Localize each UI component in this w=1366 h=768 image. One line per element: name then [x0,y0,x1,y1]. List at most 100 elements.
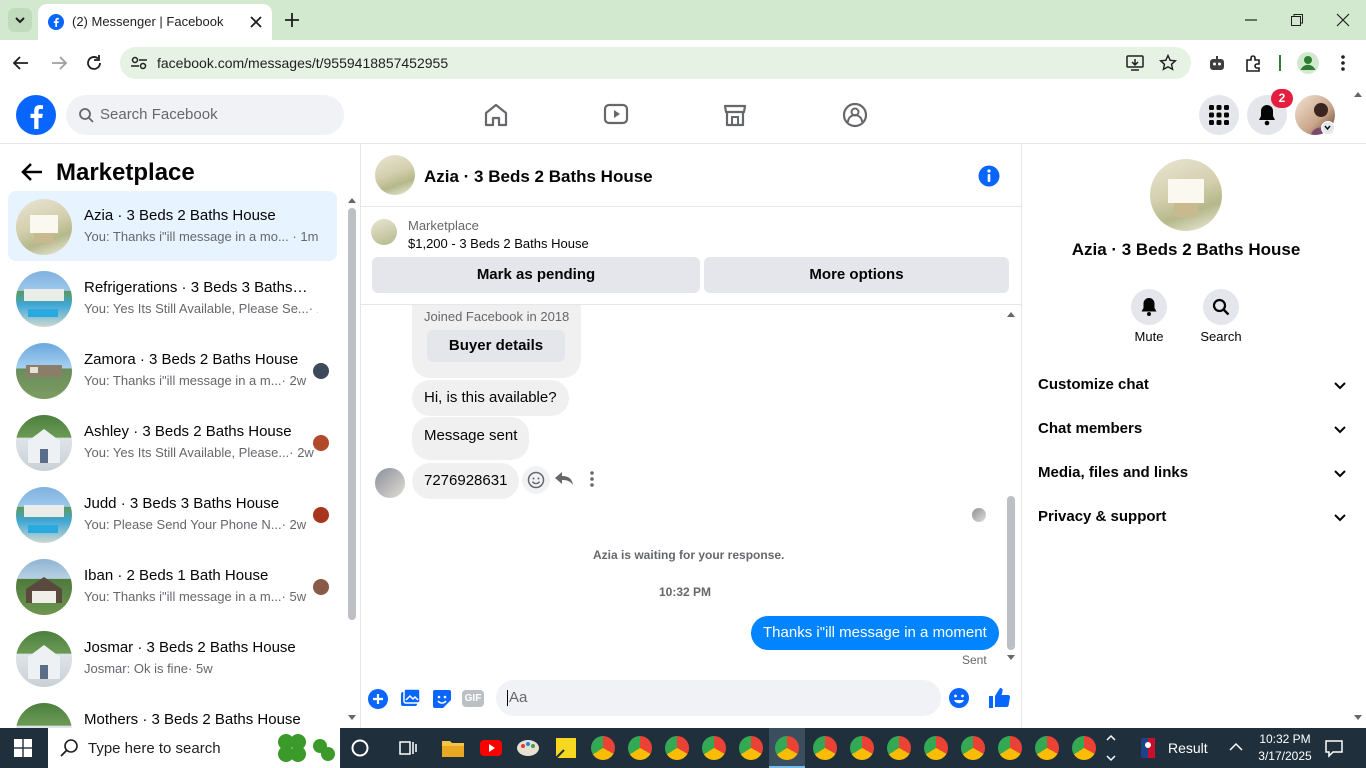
chat-members-section[interactable]: Chat members [1038,420,1350,444]
details-listing-avatar[interactable] [1150,159,1222,231]
paint-app-icon[interactable] [516,736,540,760]
conversation-item[interactable]: Refrigerations · 3 Beds 3 Baths ... You:… [8,263,337,333]
chrome-icon[interactable] [665,736,689,760]
back-icon[interactable] [12,54,30,72]
react-button[interactable] [522,466,550,494]
info-icon[interactable] [978,165,1000,187]
windows-start-icon[interactable] [14,739,32,757]
chrome-icon[interactable] [739,736,763,760]
search-in-chat-button[interactable] [1203,289,1239,325]
mark-as-pending-button[interactable]: Mark as pending [372,257,700,293]
more-options-button[interactable]: More options [704,257,1009,293]
mute-button[interactable] [1131,289,1167,325]
close-tab-icon[interactable] [248,14,264,30]
youtube-icon[interactable] [479,737,503,759]
back-arrow-icon[interactable] [20,161,44,183]
groups-icon[interactable] [842,102,868,128]
chrome-icon[interactable] [924,736,948,760]
nba-icon[interactable] [1140,737,1156,759]
file-explorer-icon[interactable] [441,737,465,759]
conversation-item[interactable]: Josmar · 3 Beds 2 Baths House Josmar: Ok… [8,623,337,693]
task-view-icon[interactable] [398,738,418,758]
minimize-icon[interactable] [1244,13,1258,27]
taskbar-overflow-icon[interactable] [1105,730,1117,766]
marketplace-icon[interactable] [722,102,748,128]
site-settings-icon[interactable] [130,55,148,71]
cortana-icon[interactable] [350,738,370,758]
conversation-item[interactable]: Ashley · 3 Beds 2 Baths House You: Yes I… [8,407,337,477]
active-tab[interactable]: (2) Messenger | Facebook [38,4,272,40]
chrome-icon[interactable] [628,736,652,760]
account-chevron[interactable] [1321,121,1335,135]
chat-scrollbar[interactable] [1007,496,1015,650]
add-attachment-icon[interactable] [367,688,389,710]
chrome-icon[interactable] [887,736,911,760]
close-window-icon[interactable] [1336,13,1350,27]
sticker-icon[interactable] [431,688,453,710]
page-scroll-up-icon[interactable] [1353,90,1363,98]
video-icon[interactable] [603,102,629,128]
restore-icon[interactable] [1290,13,1304,27]
message-bubble[interactable]: Hi, is this available? [412,380,569,416]
emoji-icon[interactable] [948,687,970,709]
chrome-icon[interactable] [702,736,726,760]
chrome-icon[interactable] [813,736,837,760]
customize-chat-section[interactable]: Customize chat [1038,376,1350,400]
scroll-down-icon[interactable] [347,714,357,722]
gif-button[interactable]: GIF [462,690,484,707]
photo-icon[interactable] [399,688,421,710]
chat-listing-avatar[interactable] [375,155,415,195]
show-hidden-icons-icon[interactable] [1229,742,1243,752]
buyer-avatar[interactable] [375,468,405,498]
thumbs-up-icon[interactable] [987,686,1011,710]
profile-icon[interactable] [1297,52,1319,74]
more-actions-icon[interactable] [585,470,599,488]
address-bar[interactable]: facebook.com/messages/t/9559418857452955 [120,47,1191,79]
chrome-icon[interactable] [998,736,1022,760]
more-menu-icon[interactable] [1335,53,1351,73]
score-widget-label[interactable]: Result [1168,740,1208,756]
facebook-logo-icon[interactable] [15,94,57,136]
chat-title[interactable]: Azia · 3 Beds 2 Baths House [424,167,653,187]
install-app-icon[interactable] [1126,54,1144,72]
sent-message-bubble[interactable]: Thanks i"ill message in a moment [751,616,999,650]
chat-list-scrollbar[interactable] [348,208,356,620]
media-files-links-section[interactable]: Media, files and links [1038,464,1350,488]
sticky-notes-icon[interactable] [554,736,578,760]
reply-icon[interactable] [554,470,574,488]
message-bubble[interactable]: Message sent [412,417,530,460]
conversation-item[interactable]: Azia · 3 Beds 2 Baths House You: Thanks … [8,191,337,261]
taskbar-search[interactable]: Type here to search [48,728,340,768]
chrome-icon[interactable] [1072,736,1096,760]
buyer-details-button[interactable]: Buyer details [427,330,565,362]
active-taskbar-item[interactable] [769,728,805,768]
chrome-icon[interactable] [850,736,874,760]
new-tab-icon[interactable] [284,12,300,28]
reload-icon[interactable] [85,54,103,72]
scroll-down-icon[interactable] [1006,654,1016,662]
chrome-icon[interactable] [591,736,615,760]
extensions-puzzle-icon[interactable] [1244,53,1264,73]
facebook-search-input[interactable]: Search Facebook [66,95,344,135]
conversation-item[interactable]: Judd · 3 Beds 3 Baths House You: Please … [8,479,337,549]
scroll-up-icon[interactable] [347,196,357,204]
forward-icon[interactable] [50,54,68,72]
chrome-icon[interactable] [1035,736,1059,760]
system-clock[interactable]: 10:32 PM 3/17/2025 [1255,731,1315,765]
page-scroll-down-icon[interactable] [1353,714,1363,722]
conversation-item[interactable]: Zamora · 3 Beds 2 Baths House You: Thank… [8,335,337,405]
chrome-icon[interactable] [961,736,985,760]
listing-price-title[interactable]: $1,200 - 3 Beds 2 Baths House [408,236,589,251]
message-bubble[interactable]: 7276928631 [412,463,520,499]
scroll-up-icon[interactable] [1006,310,1016,318]
message-input[interactable]: Aa [496,680,969,716]
conversation-item[interactable]: Mothers · 3 Beds 2 Baths House [8,695,337,728]
conversation-item[interactable]: Iban · 2 Beds 1 Bath House You: Thanks i… [8,551,337,621]
extension-robot-icon[interactable] [1207,53,1227,73]
menu-button[interactable] [1199,95,1239,135]
tab-list-button[interactable] [8,8,32,32]
bookmark-star-icon[interactable] [1159,54,1177,72]
notifications-center-icon[interactable] [1324,738,1344,758]
home-icon[interactable] [483,102,509,128]
privacy-support-section[interactable]: Privacy & support [1038,508,1350,532]
